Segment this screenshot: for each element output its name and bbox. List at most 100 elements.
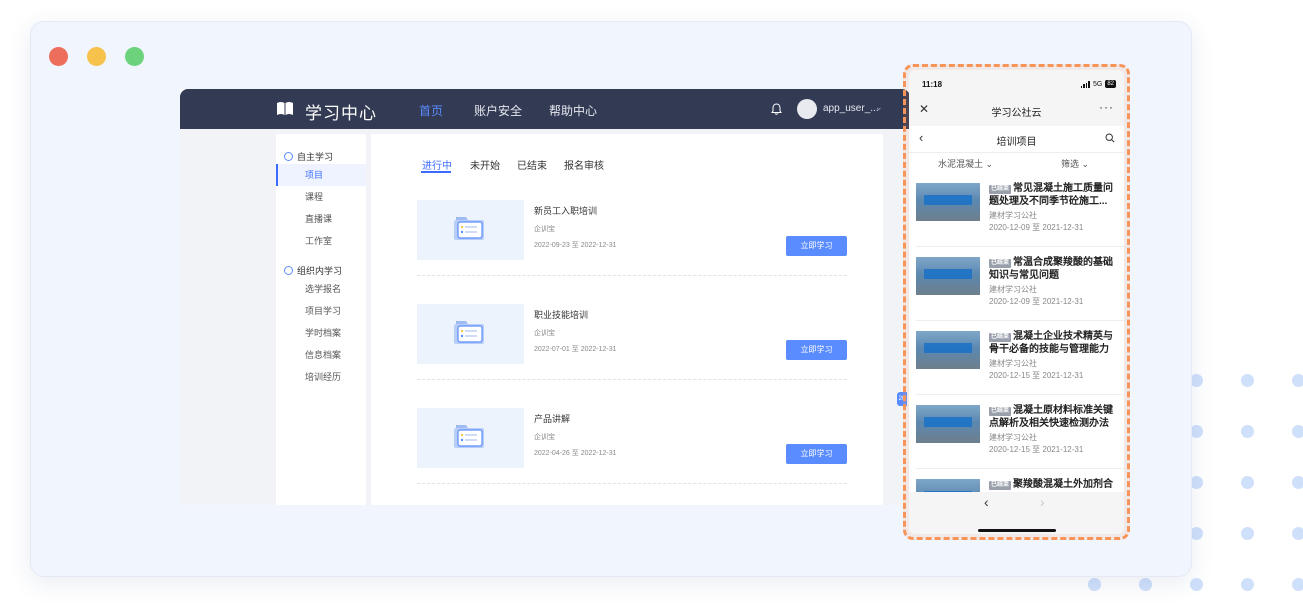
course-thumbnail bbox=[417, 408, 524, 468]
folder-icon bbox=[454, 321, 484, 344]
decorative-dot bbox=[1292, 476, 1303, 489]
sidebar-group-self-study: 自主学习 bbox=[284, 150, 333, 163]
avatar[interactable] bbox=[797, 99, 817, 119]
sidebar-item-project-study[interactable]: 项目学习 bbox=[276, 300, 366, 322]
tab-enroll-review[interactable]: 报名审核 bbox=[564, 157, 604, 172]
status-time: 11:18 bbox=[922, 80, 943, 89]
browser-bottom-nav: ‹ › bbox=[909, 492, 1124, 534]
course-org: 企训宝 bbox=[534, 226, 555, 233]
chevron-down-icon[interactable]: ⌄ bbox=[875, 102, 883, 113]
divider bbox=[916, 246, 1124, 247]
decorative-dot bbox=[1292, 527, 1303, 540]
sidebar-item-info-archive[interactable]: 信息档案 bbox=[276, 344, 366, 366]
list-item[interactable]: 已结束 常见混凝土施工质量问题处理及不同季节砼施工... 建材学习公社 2020-… bbox=[909, 176, 1124, 250]
home-indicator bbox=[978, 529, 1056, 532]
item-org: 建材学习公社 bbox=[989, 359, 1037, 368]
decorative-dot bbox=[1241, 578, 1254, 591]
item-title: 已结束 常温合成聚羧酸的基础知识与常见问题 bbox=[989, 257, 1114, 281]
item-thumbnail bbox=[916, 479, 980, 492]
decorative-dot bbox=[1292, 374, 1303, 387]
course-org: 企训宝 bbox=[534, 434, 555, 441]
page-title: 培训项目 bbox=[996, 137, 1037, 148]
miniprogram-title: 学习公社云 bbox=[991, 108, 1042, 119]
folder-icon bbox=[454, 425, 484, 448]
self-study-icon bbox=[284, 152, 293, 161]
item-date: 2020-12-15 至 2021-12-31 bbox=[989, 371, 1084, 380]
item-title: 已结束 聚羧酸混凝土外加剂合 bbox=[989, 479, 1114, 490]
sidebar: 自主学习 项目 课程 直播课 工作室 组织内学习 选学报名 项目学习 学时档案 … bbox=[276, 134, 366, 505]
sidebar-group-org-study: 组织内学习 bbox=[284, 264, 342, 277]
forward-icon[interactable]: › bbox=[1040, 494, 1045, 510]
minimize-window-dot[interactable] bbox=[87, 47, 106, 66]
decorative-dot bbox=[1088, 578, 1101, 591]
nav-home[interactable]: 首页 bbox=[419, 102, 443, 119]
item-org: 建材学习公社 bbox=[989, 211, 1037, 220]
course-date: 2022-09-23 至 2022-12-31 bbox=[534, 242, 617, 249]
list-item[interactable]: 已结束 混凝土企业技术精英与骨干必备的技能与管理能力 建材学习公社 2020-12… bbox=[909, 324, 1124, 398]
list-item[interactable]: 已结束 常温合成聚羧酸的基础知识与常见问题 建材学习公社 2020-12-09 至… bbox=[909, 250, 1124, 324]
item-title: 已结束 混凝土原材料标准关键点解析及相关快速检测办法 bbox=[989, 405, 1114, 429]
close-window-dot[interactable] bbox=[49, 47, 68, 66]
list-item[interactable]: 已结束 混凝土原材料标准关键点解析及相关快速检测办法 建材学习公社 2020-12… bbox=[909, 398, 1124, 472]
decorative-dot bbox=[1292, 425, 1303, 438]
course-title[interactable]: 新员工入职培训 bbox=[534, 204, 597, 217]
sidebar-item-project[interactable]: 项目 bbox=[276, 164, 366, 186]
course-thumbnail bbox=[417, 304, 524, 364]
signal-icon bbox=[1080, 80, 1090, 88]
active-tab-indicator bbox=[421, 171, 451, 173]
tab-ended[interactable]: 已结束 bbox=[517, 157, 547, 172]
maximize-window-dot[interactable] bbox=[125, 47, 144, 66]
status-badge: 已结束 bbox=[989, 259, 1012, 268]
item-org: 建材学习公社 bbox=[989, 433, 1037, 442]
decorative-dot bbox=[1241, 425, 1254, 438]
status-badge: 已结束 bbox=[989, 185, 1012, 194]
divider bbox=[916, 320, 1124, 321]
decorative-dot bbox=[1241, 527, 1254, 540]
start-learning-button[interactable]: 立即学习 bbox=[786, 236, 847, 256]
tab-not-started[interactable]: 未开始 bbox=[470, 157, 500, 172]
network-label: 5G bbox=[1092, 80, 1103, 88]
course-title[interactable]: 产品讲解 bbox=[534, 412, 570, 425]
course-card[interactable]: 新员工入职培训 企训宝 2022-09-23 至 2022-12-31 立即学习 bbox=[417, 200, 847, 300]
start-learning-button[interactable]: 立即学习 bbox=[786, 340, 847, 360]
page-header: ‹ 培训项目 bbox=[909, 126, 1124, 152]
nav-help-center[interactable]: 帮助中心 bbox=[549, 102, 597, 119]
sidebar-item-course[interactable]: 课程 bbox=[276, 186, 366, 208]
course-date: 2022-04-26 至 2022-12-31 bbox=[534, 450, 617, 457]
org-study-icon bbox=[284, 266, 293, 275]
training-list: 已结束 常见混凝土施工质量问题处理及不同季节砼施工... 建材学习公社 2020-… bbox=[909, 176, 1124, 492]
more-icon[interactable]: ··· bbox=[1099, 100, 1114, 114]
battery-icon: 82 bbox=[1105, 80, 1116, 88]
start-learning-button[interactable]: 立即学习 bbox=[786, 444, 847, 464]
book-icon bbox=[277, 102, 293, 115]
item-title: 已结束 混凝土企业技术精英与骨干必备的技能与管理能力 bbox=[989, 331, 1114, 355]
sidebar-item-training-history[interactable]: 培训经历 bbox=[276, 366, 366, 388]
sidebar-item-studio[interactable]: 工作室 bbox=[276, 230, 366, 252]
status-indicators: 5G 82 bbox=[1080, 80, 1116, 88]
item-thumbnail bbox=[916, 331, 980, 369]
nav-account-security[interactable]: 账户安全 bbox=[474, 102, 522, 119]
course-title[interactable]: 职业技能培训 bbox=[534, 308, 588, 321]
username[interactable]: app_user_... bbox=[823, 103, 879, 114]
course-card[interactable]: 产品讲解 企训宝 2022-04-26 至 2022-12-31 立即学习 bbox=[417, 408, 847, 508]
decorative-dot bbox=[1292, 578, 1303, 591]
sidebar-item-live[interactable]: 直播课 bbox=[276, 208, 366, 230]
course-card[interactable]: 职业技能培训 企训宝 2022-07-01 至 2022-12-31 立即学习 bbox=[417, 304, 847, 404]
item-date: 2020-12-15 至 2021-12-31 bbox=[989, 445, 1084, 454]
sidebar-item-enroll[interactable]: 选学报名 bbox=[276, 278, 366, 300]
category-filter[interactable]: 水泥混凝土 ⌄ bbox=[938, 157, 993, 170]
decorative-dot bbox=[1139, 578, 1152, 591]
list-item[interactable]: 已结束 聚羧酸混凝土外加剂合 bbox=[909, 472, 1124, 492]
learning-center-app: 学习中心 首页 账户安全 帮助中心 app_user_... ⌄ 自主学习 项目… bbox=[180, 89, 910, 505]
filter-dropdown[interactable]: 筛选 ⌄ bbox=[1061, 157, 1089, 170]
back-icon[interactable]: ‹ bbox=[984, 494, 989, 510]
top-navbar: 学习中心 首页 账户安全 帮助中心 app_user_... ⌄ bbox=[180, 89, 910, 129]
item-thumbnail bbox=[916, 257, 980, 295]
tab-in-progress[interactable]: 进行中 bbox=[422, 157, 452, 172]
bell-icon[interactable] bbox=[771, 103, 782, 115]
course-date: 2022-07-01 至 2022-12-31 bbox=[534, 346, 617, 353]
search-icon[interactable] bbox=[1105, 133, 1115, 143]
divider bbox=[417, 275, 847, 276]
sidebar-item-hours-archive[interactable]: 学时档案 bbox=[276, 322, 366, 344]
app-logo-text: 学习中心 bbox=[305, 104, 377, 123]
